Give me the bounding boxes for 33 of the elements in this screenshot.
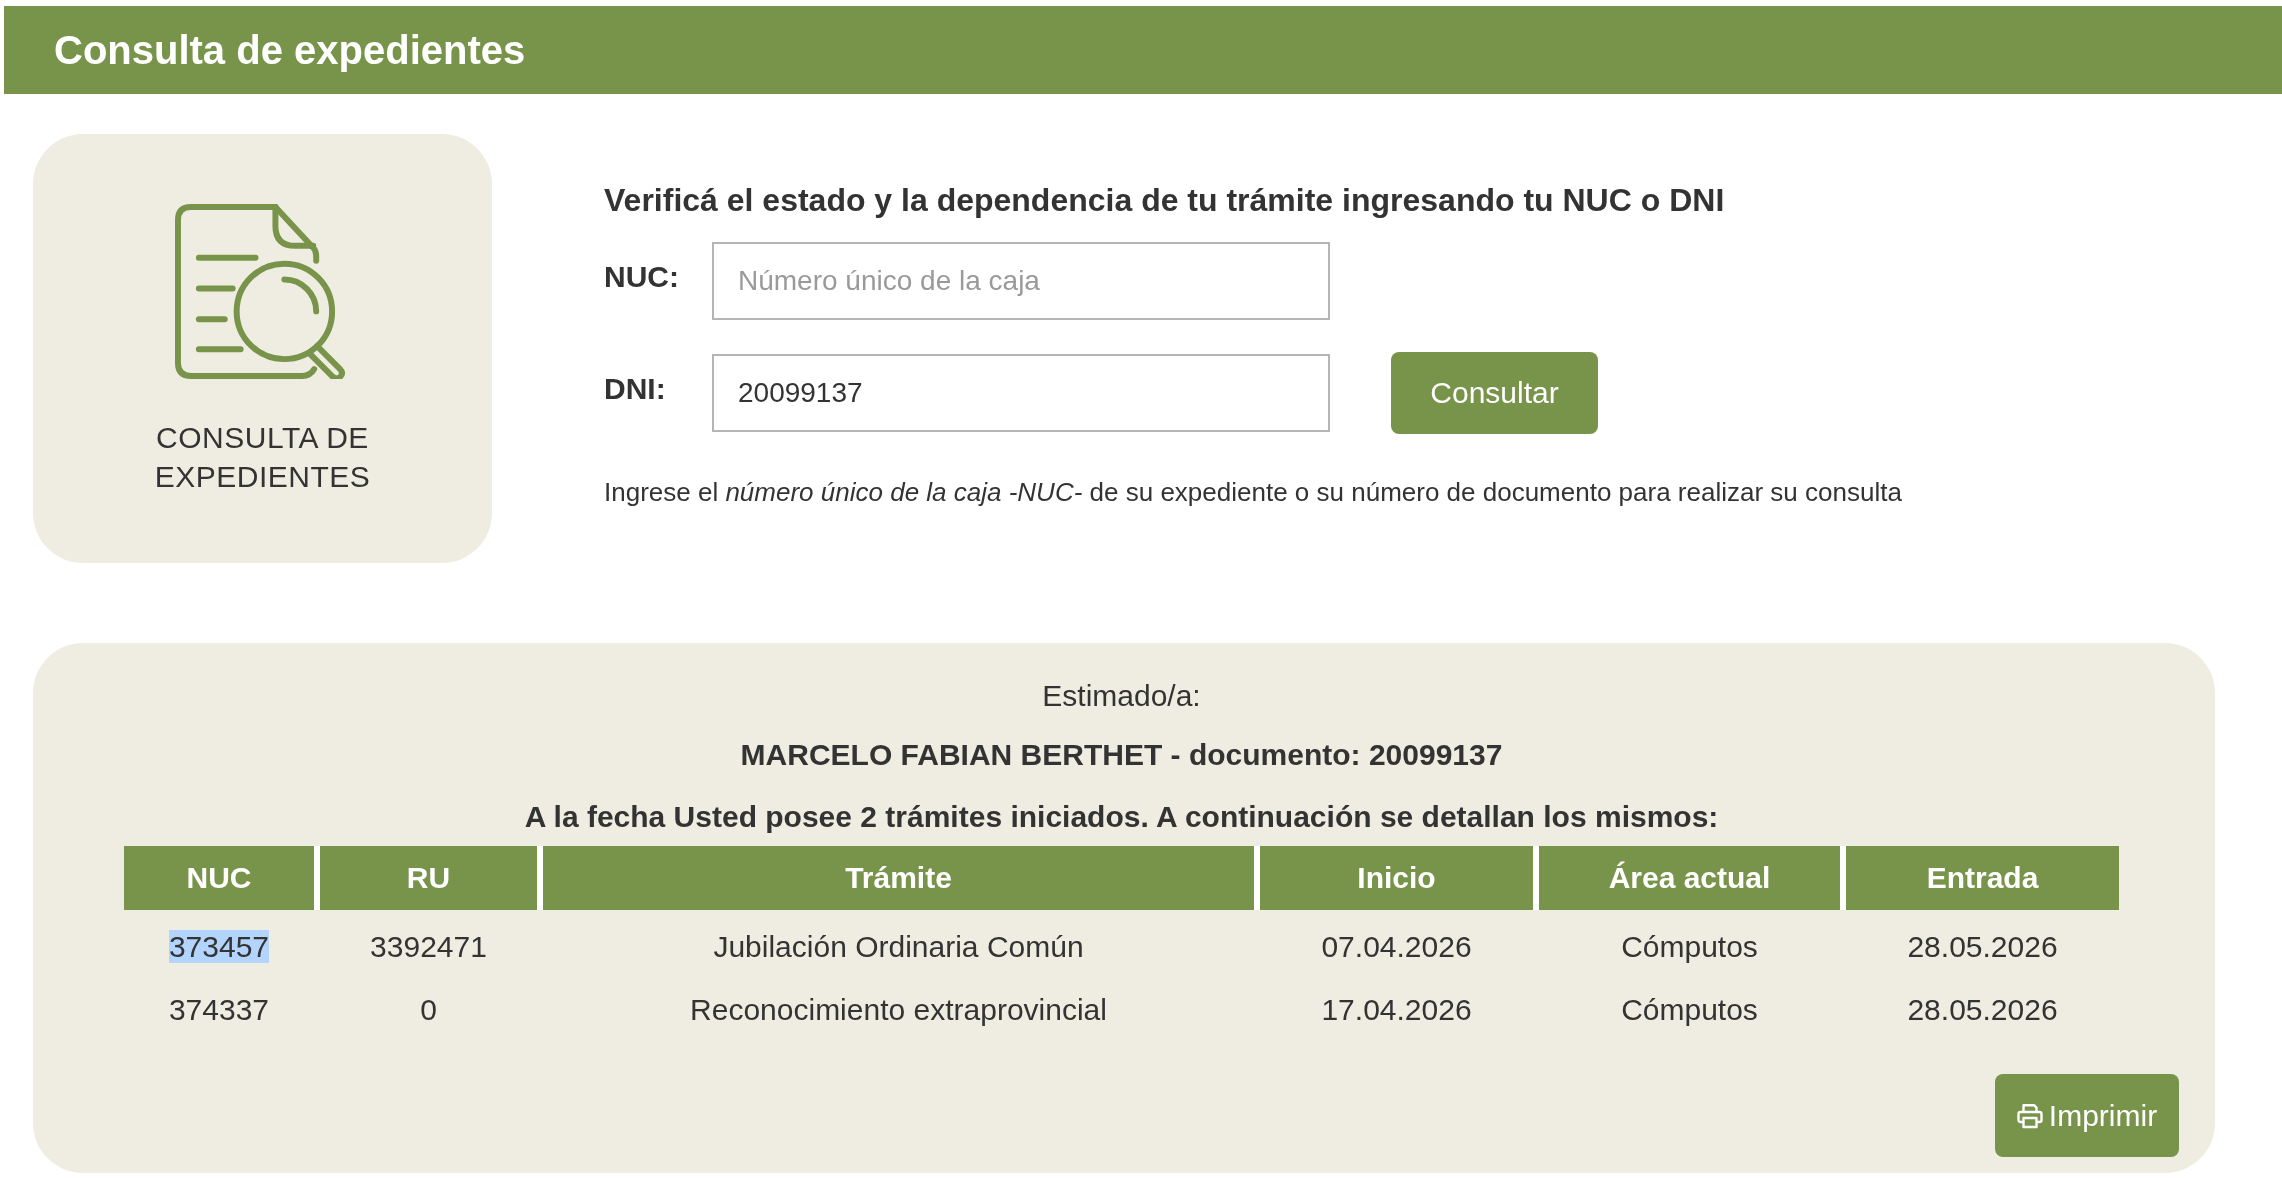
column-header: Área actual [1533, 846, 1840, 910]
entry-date: 28.05.2026 [1907, 929, 2058, 963]
nuc-number: 373457 [168, 929, 270, 963]
input-field[interactable]: Número único de la caja [712, 242, 1330, 320]
submit-button[interactable]: Consultar [1391, 352, 1598, 434]
field-label: DNI: [604, 372, 667, 407]
current-area: Cómputos [1621, 992, 1758, 1026]
procedure-name: Reconocimiento extraprovincial [690, 992, 1107, 1026]
start-date: 07.04.2026 [1321, 929, 1472, 963]
summary-text: A la fecha Usted posee 2 trámites iniciados. A continuación se detallan los mismos: [523, 800, 1720, 834]
ru-number: 3392471 [370, 929, 487, 963]
nuc-number: 374337 [168, 992, 270, 1026]
page-title: Consulta de expedientes [54, 27, 526, 73]
current-area: Cómputos [1621, 929, 1758, 963]
column-header: RU [314, 846, 537, 910]
help-text: Ingrese el número único de la caja -NUC- de su expediente o su número de documento para realizar su consulta [604, 477, 1902, 507]
column-header: Trámite [537, 846, 1254, 910]
column-header: Inicio [1254, 846, 1533, 910]
print-button[interactable]: Imprimir [1995, 1074, 2179, 1157]
start-date: 17.04.2026 [1321, 992, 1472, 1026]
ru-number: 0 [420, 992, 437, 1026]
printer-icon [2016, 1102, 2043, 1129]
entry-date: 28.05.2026 [1907, 992, 2058, 1026]
column-header: NUC [124, 846, 314, 910]
greeting-text: Estimado/a: [1041, 679, 1202, 713]
card-label: CONSULTA DE EXPEDIENTES [153, 420, 372, 495]
person-text: MARCELO FABIAN BERTHET - documento: 20099137 [739, 738, 1504, 772]
field-label: NUC: [604, 260, 680, 295]
column-header: Entrada [1840, 846, 2119, 910]
print-label: Imprimir [2048, 1098, 2158, 1133]
input-field[interactable]: 20099137 [712, 354, 1330, 432]
form-heading: Verificá el estado y la dependencia de tu trámite ingresando tu NUC o DNI [604, 182, 1726, 219]
procedure-name: Jubilación Ordinaria Común [713, 929, 1084, 963]
